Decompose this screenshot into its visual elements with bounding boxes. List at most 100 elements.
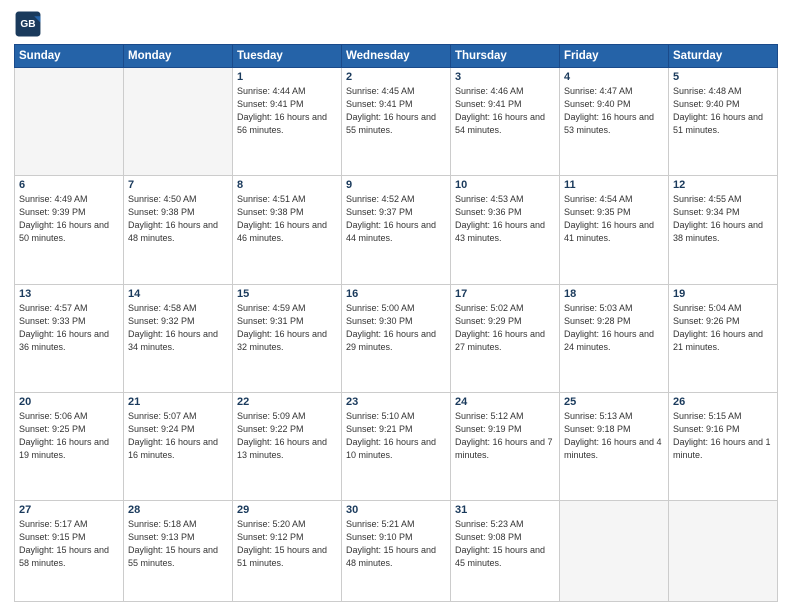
day-cell: 27 Sunrise: 5:17 AM Sunset: 9:15 PM Dayli…	[15, 501, 124, 602]
day-number: 23	[346, 396, 446, 408]
header-cell-wednesday: Wednesday	[342, 45, 451, 68]
day-cell: 10Sunrise: 4:53 AM Sunset: 9:36 PM Dayli…	[451, 176, 560, 284]
day-cell: 1 Sunrise: 4:44 AM Sunset: 9:41 PM Daylig…	[233, 68, 342, 176]
day-number: 19	[673, 288, 773, 300]
day-info: Sunrise: 4:58 AM Sunset: 9:32 PM Dayligh…	[128, 302, 228, 354]
day-number: 28	[128, 504, 228, 516]
day-cell: 5Sunrise: 4:48 AM Sunset: 9:40 PM Daylig…	[669, 68, 778, 176]
day-info: Sunrise: 5:21 AM Sunset: 9:10 PM Dayligh…	[346, 518, 446, 570]
day-number: 13	[19, 288, 119, 300]
day-info: Sunrise: 5:17 AM Sunset: 9:15 PM Dayligh…	[19, 518, 119, 570]
day-info: Sunrise: 4:54 AM Sunset: 9:35 PM Dayligh…	[564, 193, 664, 245]
day-number: 14	[128, 288, 228, 300]
day-info: Sunrise: 4:52 AM Sunset: 9:37 PM Dayligh…	[346, 193, 446, 245]
day-info: Sunrise: 4:45 AM Sunset: 9:41 PM Dayligh…	[346, 85, 446, 137]
day-info: Sunrise: 5:00 AM Sunset: 9:30 PM Dayligh…	[346, 302, 446, 354]
day-info: Sunrise: 4:55 AM Sunset: 9:34 PM Dayligh…	[673, 193, 773, 245]
day-info: Sunrise: 4:47 AM Sunset: 9:40 PM Dayligh…	[564, 85, 664, 137]
day-number: 7	[128, 179, 228, 191]
header-cell-saturday: Saturday	[669, 45, 778, 68]
day-info: Sunrise: 5:20 AM Sunset: 9:12 PM Dayligh…	[237, 518, 337, 570]
calendar-header-row: SundayMondayTuesdayWednesdayThursdayFrid…	[15, 45, 778, 68]
day-number: 20	[19, 396, 119, 408]
day-cell: 24 Sunrise: 5:12 AM Sunset: 9:19 PM Dayli…	[451, 392, 560, 500]
logo-icon: GB	[14, 10, 42, 38]
calendar-body: 1 Sunrise: 4:44 AM Sunset: 9:41 PM Daylig…	[15, 68, 778, 602]
day-number: 26	[673, 396, 773, 408]
day-number: 3	[455, 71, 555, 83]
header-cell-sunday: Sunday	[15, 45, 124, 68]
day-info: Sunrise: 5:12 AM Sunset: 9:19 PM Dayligh…	[455, 410, 555, 462]
day-cell: 16 Sunrise: 5:00 AM Sunset: 9:30 PM Dayli…	[342, 284, 451, 392]
day-number: 15	[237, 288, 337, 300]
day-info: Sunrise: 5:07 AM Sunset: 9:24 PM Dayligh…	[128, 410, 228, 462]
day-cell: 8 Sunrise: 4:51 AM Sunset: 9:38 PM Daylig…	[233, 176, 342, 284]
day-number: 24	[455, 396, 555, 408]
day-number: 30	[346, 504, 446, 516]
day-cell: 26 Sunrise: 5:15 AM Sunset: 9:16 PM Dayli…	[669, 392, 778, 500]
day-cell: 17 Sunrise: 5:02 AM Sunset: 9:29 PM Dayli…	[451, 284, 560, 392]
day-number: 16	[346, 288, 446, 300]
day-cell: 25 Sunrise: 5:13 AM Sunset: 9:18 PM Dayli…	[560, 392, 669, 500]
day-info: Sunrise: 5:04 AM Sunset: 9:26 PM Dayligh…	[673, 302, 773, 354]
day-info: Sunrise: 5:18 AM Sunset: 9:13 PM Dayligh…	[128, 518, 228, 570]
day-info: Sunrise: 5:02 AM Sunset: 9:29 PM Dayligh…	[455, 302, 555, 354]
day-info: Sunrise: 5:06 AM Sunset: 9:25 PM Dayligh…	[19, 410, 119, 462]
day-info: Sunrise: 4:53 AM Sunset: 9:36 PM Dayligh…	[455, 193, 555, 245]
day-number: 25	[564, 396, 664, 408]
day-cell: 21Sunrise: 5:07 AM Sunset: 9:24 PM Dayli…	[124, 392, 233, 500]
day-cell: 18 Sunrise: 5:03 AM Sunset: 9:28 PM Dayli…	[560, 284, 669, 392]
day-number: 27	[19, 504, 119, 516]
day-cell: 14 Sunrise: 4:58 AM Sunset: 9:32 PM Dayli…	[124, 284, 233, 392]
week-row-4: 27 Sunrise: 5:17 AM Sunset: 9:15 PM Dayli…	[15, 501, 778, 602]
day-cell: 30 Sunrise: 5:21 AM Sunset: 9:10 PM Dayli…	[342, 501, 451, 602]
day-number: 29	[237, 504, 337, 516]
day-info: Sunrise: 4:51 AM Sunset: 9:38 PM Dayligh…	[237, 193, 337, 245]
day-number: 8	[237, 179, 337, 191]
day-info: Sunrise: 4:46 AM Sunset: 9:41 PM Dayligh…	[455, 85, 555, 137]
day-info: Sunrise: 4:44 AM Sunset: 9:41 PM Dayligh…	[237, 85, 337, 137]
day-number: 18	[564, 288, 664, 300]
day-number: 11	[564, 179, 664, 191]
day-number: 6	[19, 179, 119, 191]
day-info: Sunrise: 4:50 AM Sunset: 9:38 PM Dayligh…	[128, 193, 228, 245]
calendar-table: SundayMondayTuesdayWednesdayThursdayFrid…	[14, 44, 778, 602]
day-info: Sunrise: 4:48 AM Sunset: 9:40 PM Dayligh…	[673, 85, 773, 137]
day-cell: 13 Sunrise: 4:57 AM Sunset: 9:33 PM Dayli…	[15, 284, 124, 392]
day-cell: 9Sunrise: 4:52 AM Sunset: 9:37 PM Daylig…	[342, 176, 451, 284]
day-number: 4	[564, 71, 664, 83]
week-row-3: 20 Sunrise: 5:06 AM Sunset: 9:25 PM Dayli…	[15, 392, 778, 500]
day-info: Sunrise: 4:59 AM Sunset: 9:31 PM Dayligh…	[237, 302, 337, 354]
day-cell: 28 Sunrise: 5:18 AM Sunset: 9:13 PM Dayli…	[124, 501, 233, 602]
day-cell	[15, 68, 124, 176]
header-cell-monday: Monday	[124, 45, 233, 68]
day-cell: 4 Sunrise: 4:47 AM Sunset: 9:40 PM Daylig…	[560, 68, 669, 176]
day-info: Sunrise: 5:15 AM Sunset: 9:16 PM Dayligh…	[673, 410, 773, 462]
day-cell: 20 Sunrise: 5:06 AM Sunset: 9:25 PM Dayli…	[15, 392, 124, 500]
day-cell: 6Sunrise: 4:49 AM Sunset: 9:39 PM Daylig…	[15, 176, 124, 284]
day-cell: 15 Sunrise: 4:59 AM Sunset: 9:31 PM Dayli…	[233, 284, 342, 392]
day-cell: 2 Sunrise: 4:45 AM Sunset: 9:41 PM Daylig…	[342, 68, 451, 176]
logo: GB	[14, 10, 46, 38]
week-row-1: 6Sunrise: 4:49 AM Sunset: 9:39 PM Daylig…	[15, 176, 778, 284]
day-info: Sunrise: 5:09 AM Sunset: 9:22 PM Dayligh…	[237, 410, 337, 462]
day-info: Sunrise: 5:23 AM Sunset: 9:08 PM Dayligh…	[455, 518, 555, 570]
day-info: Sunrise: 5:13 AM Sunset: 9:18 PM Dayligh…	[564, 410, 664, 462]
svg-text:GB: GB	[20, 19, 35, 30]
day-cell: 31 Sunrise: 5:23 AM Sunset: 9:08 PM Dayli…	[451, 501, 560, 602]
day-cell: 11 Sunrise: 4:54 AM Sunset: 9:35 PM Dayli…	[560, 176, 669, 284]
day-number: 31	[455, 504, 555, 516]
header: GB	[14, 10, 778, 38]
day-cell: 12 Sunrise: 4:55 AM Sunset: 9:34 PM Dayli…	[669, 176, 778, 284]
header-cell-tuesday: Tuesday	[233, 45, 342, 68]
day-cell	[560, 501, 669, 602]
day-cell	[669, 501, 778, 602]
day-info: Sunrise: 5:03 AM Sunset: 9:28 PM Dayligh…	[564, 302, 664, 354]
day-number: 17	[455, 288, 555, 300]
day-info: Sunrise: 5:10 AM Sunset: 9:21 PM Dayligh…	[346, 410, 446, 462]
day-info: Sunrise: 4:57 AM Sunset: 9:33 PM Dayligh…	[19, 302, 119, 354]
day-number: 1	[237, 71, 337, 83]
header-cell-thursday: Thursday	[451, 45, 560, 68]
day-number: 12	[673, 179, 773, 191]
day-number: 2	[346, 71, 446, 83]
